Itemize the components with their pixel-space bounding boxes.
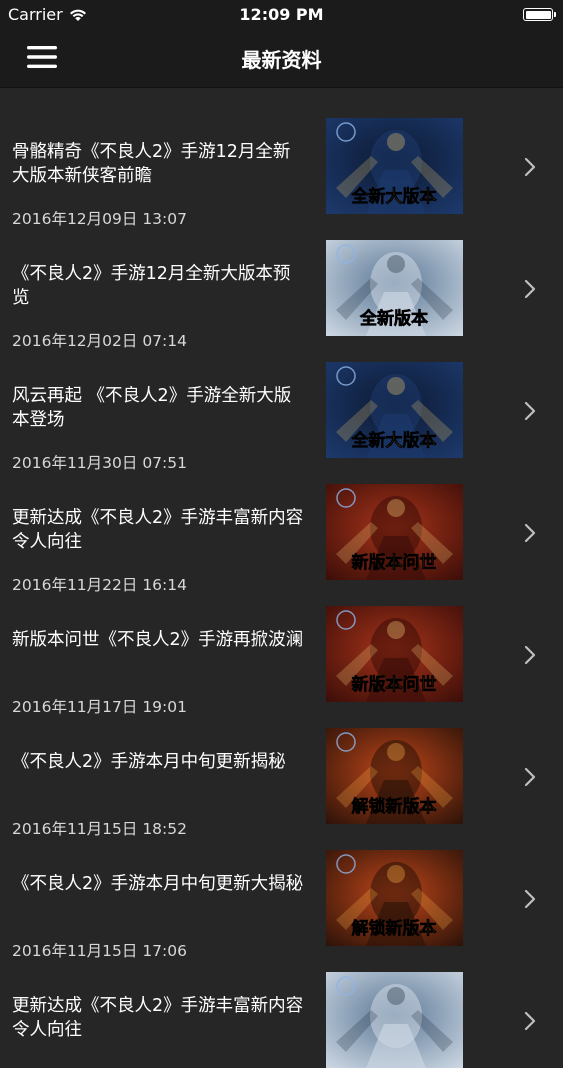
article-list-item[interactable]: 骨骼精奇《不良人2》手游12月全新大版本新侠客前瞻 2016年12月09日 13:…	[0, 88, 563, 228]
article-title: 《不良人2》手游本月中旬更新大揭秘	[12, 874, 304, 894]
status-time: 12:09 PM	[239, 5, 324, 24]
chevron-right-icon	[524, 523, 536, 543]
article-thumbnail: 新版本问世	[326, 606, 463, 702]
chevron-right-icon	[524, 279, 536, 299]
article-title: 《不良人2》手游本月中旬更新揭秘	[12, 752, 286, 772]
svg-text:解锁新版本: 解锁新版本	[352, 796, 437, 817]
svg-text:新版本问世: 新版本问世	[352, 552, 437, 573]
article-title: 《不良人2》手游12月全新大版本预览	[12, 264, 291, 308]
article-list-item[interactable]: 风云再起 《不良人2》手游全新大版本登场 2016年11月30日 07:51 全新大…	[0, 332, 563, 472]
article-thumbnail: 解锁新版本	[326, 850, 463, 946]
article-list: 骨骼精奇《不良人2》手游12月全新大版本新侠客前瞻 2016年12月09日 13:…	[0, 88, 563, 1068]
article-list-item[interactable]: 更新达成《不良人2》手游丰富新内容令人向往 2016年11月22日 16:14 新版…	[0, 454, 563, 594]
svg-text:全新版本: 全新版本	[359, 308, 428, 329]
chevron-right-icon	[524, 767, 536, 787]
svg-text:全新大版本: 全新大版本	[351, 430, 437, 451]
chevron-right-icon	[524, 401, 536, 421]
article-list-item[interactable]: 《不良人2》手游本月中旬更新大揭秘 2016年11月15日 17:06 解锁新版本	[0, 820, 563, 960]
chevron-right-icon	[524, 1011, 536, 1031]
article-title: 风云再起 《不良人2》手游全新大版本登场	[12, 386, 292, 430]
page-title: 最新资料	[241, 48, 322, 72]
article-list-item[interactable]: 更新达成《不良人2》手游丰富新内容令人向往	[0, 942, 563, 1068]
article-thumbnail: 新版本问世	[326, 484, 463, 580]
article-title: 更新达成《不良人2》手游丰富新内容令人向往	[12, 508, 304, 552]
article-thumbnail	[326, 972, 463, 1068]
menu-button[interactable]	[26, 44, 58, 70]
article-thumbnail: 全新大版本	[326, 362, 463, 458]
article-thumbnail: 全新版本	[326, 240, 463, 336]
article-title: 更新达成《不良人2》手游丰富新内容令人向往	[12, 996, 304, 1040]
battery-level	[525, 10, 551, 19]
article-list-item[interactable]: 《不良人2》手游12月全新大版本预览 2016年12月02日 07:14 全新版本	[0, 210, 563, 350]
chevron-right-icon	[524, 889, 536, 909]
svg-text:解锁新版本: 解锁新版本	[352, 918, 437, 939]
article-thumbnail: 全新大版本	[326, 118, 463, 214]
svg-text:全新大版本: 全新大版本	[351, 186, 437, 207]
status-bar: Carrier 12:09 PM	[0, 0, 563, 30]
article-title: 新版本问世《不良人2》手游再掀波澜	[12, 630, 304, 650]
chevron-right-icon	[524, 645, 536, 665]
svg-text:新版本问世: 新版本问世	[352, 674, 437, 695]
article-list-item[interactable]: 新版本问世《不良人2》手游再掀波澜 2016年11月17日 19:01 新版本问世	[0, 576, 563, 716]
hamburger-menu-icon	[27, 46, 57, 68]
navigation-bar: 最新资料	[0, 30, 563, 88]
article-list-item[interactable]: 《不良人2》手游本月中旬更新揭秘 2016年11月15日 18:52 解锁新版本	[0, 698, 563, 838]
battery-icon	[523, 8, 556, 21]
chevron-right-icon	[524, 157, 536, 177]
article-title: 骨骼精奇《不良人2》手游12月全新大版本新侠客前瞻	[12, 142, 291, 186]
article-thumbnail: 解锁新版本	[326, 728, 463, 824]
